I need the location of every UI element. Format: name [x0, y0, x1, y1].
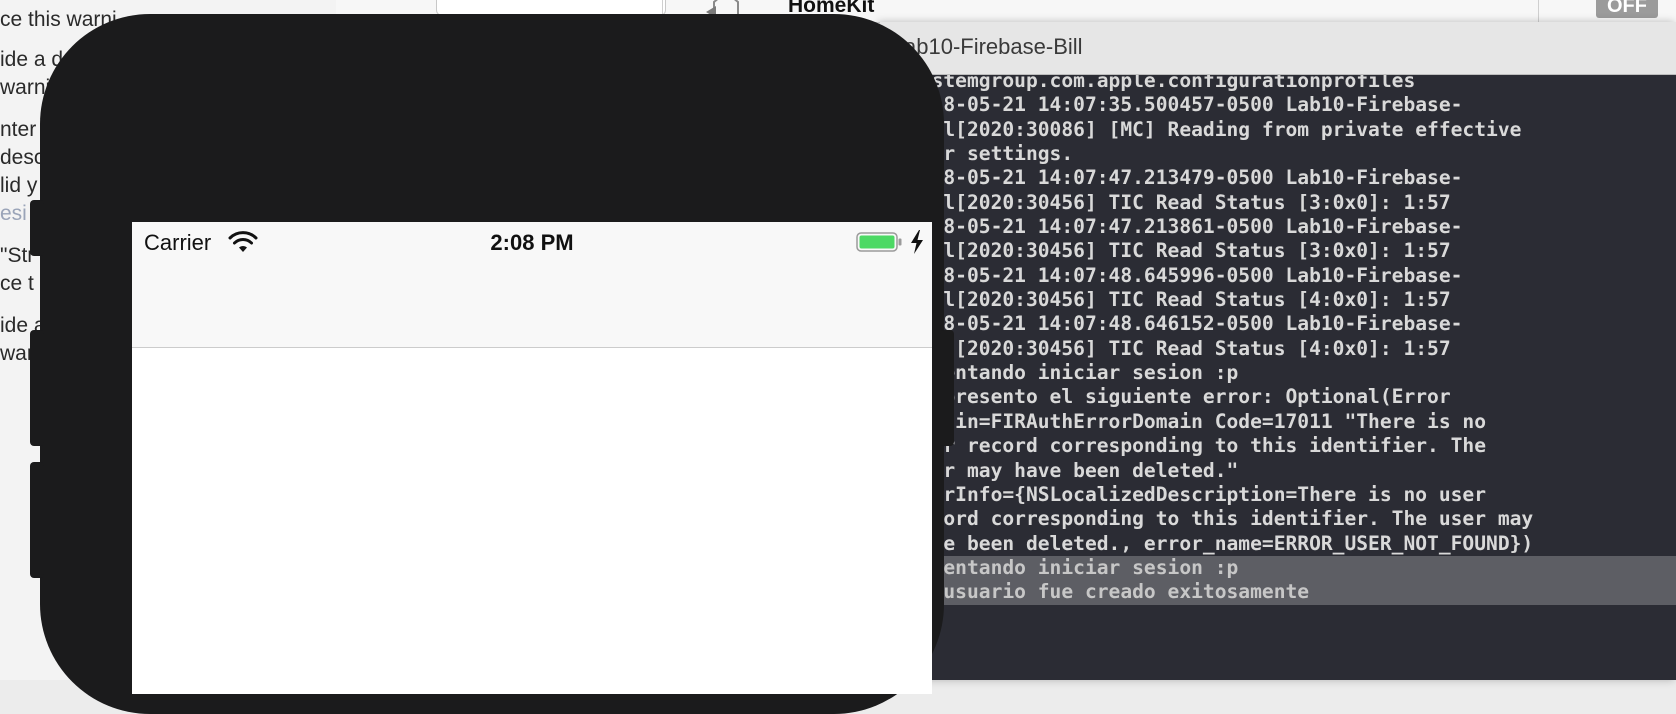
device-screen[interactable]: Carrier 2:08 PM: [132, 222, 932, 694]
console-line: user record corresponding to this identi…: [908, 434, 1487, 458]
issue-text-fragment: ce t: [0, 272, 34, 295]
console-line: Intentando iniciar sesion :p: [904, 555, 1676, 581]
console-line: record corresponding to this identifier.…: [908, 507, 1534, 531]
navigation-bar: Carrier 2:08 PM: [132, 222, 932, 348]
console-line: user may have been deleted.": [908, 458, 1239, 482]
volume-down-button[interactable]: [30, 462, 44, 578]
console-lines: systemgroup.com.apple.configurationprofi…: [904, 75, 1676, 605]
console-line: systemgroup.com.apple.configurationprofi…: [908, 75, 1416, 92]
console-line: UserInfo={NSLocalizedDescription=There i…: [908, 482, 1487, 506]
mute-switch[interactable]: [30, 200, 44, 256]
toolbar-divider: [1538, 0, 1539, 22]
console-line: El usuario fue creado exitosamente: [904, 580, 1676, 605]
console-line: 2018-05-21 14:07:48.645996-0500 Lab10-Fi…: [908, 263, 1463, 287]
console-line: Bill[2020:30456] TIC Read Status [4:0x0]…: [908, 288, 1451, 312]
console-line: Se presento el siguiente error: Optional…: [908, 385, 1451, 409]
console-line: Bill[2020:30456] TIC Read Status [4:0x0]…: [908, 336, 1451, 360]
issue-text-fragment: esi: [0, 202, 27, 225]
console-line: Intentando iniciar sesion :p: [908, 361, 1239, 385]
console-line: Domain=FIRAuthErrorDomain Code=17011 "Th…: [908, 409, 1487, 433]
console-line: 2018-05-21 14:07:47.213479-0500 Lab10-Fi…: [908, 166, 1463, 190]
console-line: user settings.: [908, 142, 1074, 166]
charging-bolt-icon: [911, 230, 923, 254]
capability-toggle[interactable]: OFF: [1596, 0, 1658, 18]
console-line: Bill[2020:30456] TIC Read Status [3:0x0]…: [908, 190, 1451, 214]
issue-text-fragment: desc: [0, 146, 45, 169]
console-line: 2018-05-21 14:07:47.213861-0500 Lab10-Fi…: [908, 215, 1463, 239]
console-line: 2018-05-21 14:07:48.646152-0500 Lab10-Fi…: [908, 312, 1463, 336]
console-titlebar[interactable]: ab10-Firebase-Bill: [880, 22, 1676, 75]
volume-up-button[interactable]: [30, 330, 44, 446]
iphone-simulator: Carrier 2:08 PM: [40, 14, 944, 714]
battery-icon: [856, 232, 902, 252]
console-line: 2018-05-21 14:07:35.500457-0500 Lab10-Fi…: [908, 93, 1463, 117]
debug-console-window: ab10-Firebase-Bill systemgroup.com.apple…: [880, 22, 1676, 680]
issue-text-fragment: lid y: [0, 174, 38, 197]
status-time: 2:08 PM: [490, 230, 574, 255]
window-title: ab10-Firebase-Bill: [904, 34, 1083, 59]
console-line: Bill[2020:30456] TIC Read Status [3:0x0]…: [908, 239, 1451, 263]
console-line: Bill[2020:30086] [MC] Reading from priva…: [908, 117, 1522, 141]
console-line: have been deleted., error_name=ERROR_USE…: [908, 531, 1534, 555]
console-output[interactable]: systemgroup.com.apple.configurationprofi…: [880, 75, 1676, 680]
power-button[interactable]: [940, 330, 954, 446]
issue-text-fragment: nter: [0, 118, 37, 141]
